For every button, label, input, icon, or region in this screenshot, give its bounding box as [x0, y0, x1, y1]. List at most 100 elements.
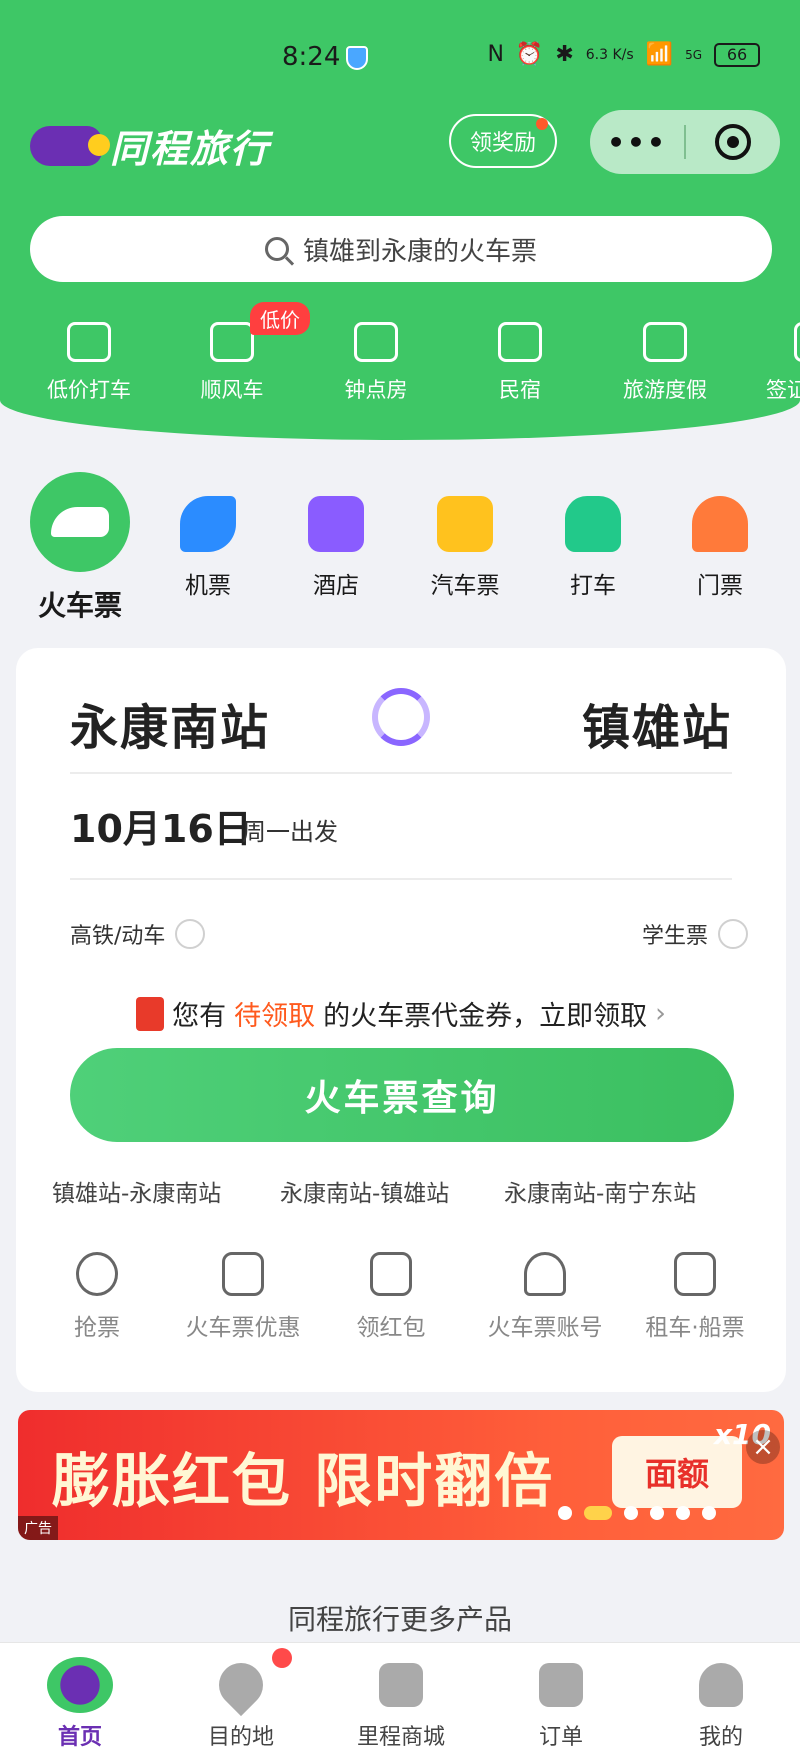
tool-account[interactable]: 火车票账号	[470, 1252, 620, 1342]
tool-grab-ticket[interactable]: 抢票	[22, 1252, 172, 1342]
tab-profile[interactable]: 我的	[651, 1657, 791, 1751]
carousel-dot-active[interactable]	[584, 1506, 612, 1520]
nfc-icon: N	[487, 42, 504, 67]
quick-item-hourly-room[interactable]: 钟点房	[311, 318, 441, 404]
bus-icon	[437, 496, 493, 552]
category-tickets[interactable]: 门票	[660, 470, 780, 600]
plane-icon	[180, 496, 236, 552]
quick-item-homestay[interactable]: 民宿	[455, 318, 585, 404]
home-mascot-icon	[47, 1657, 113, 1713]
location-pin-icon	[209, 1653, 273, 1717]
security-shield-icon	[346, 46, 368, 70]
to-station[interactable]: 镇雄站	[582, 688, 732, 758]
promo-banner[interactable]: 膨胀红包 限时翻倍 面额 x10 × 广告	[18, 1410, 784, 1540]
history-route[interactable]: 永康南站-镇雄站	[280, 1174, 449, 1208]
tool-label: 火车票优惠	[185, 1315, 301, 1341]
mountain-icon	[643, 322, 687, 362]
quick-item-label: 顺风车	[200, 378, 264, 402]
stopwatch-icon	[76, 1252, 118, 1296]
banner-close-button[interactable]: ×	[746, 1430, 780, 1464]
red-packet-icon	[370, 1252, 412, 1296]
history-route[interactable]: 镇雄站-永康南站	[52, 1174, 221, 1208]
tool-label: 领红包	[356, 1315, 426, 1341]
homestay-icon	[498, 322, 542, 362]
quick-item-cheap-taxi[interactable]: 低价打车	[24, 318, 154, 404]
account-icon	[524, 1252, 566, 1296]
history-route[interactable]: 永康南站-南宁东站	[504, 1174, 696, 1208]
category-label: 打车	[570, 573, 616, 599]
tool-red-packet[interactable]: 领红包	[316, 1252, 466, 1342]
swap-stations-icon[interactable]	[372, 688, 430, 746]
category-hotel[interactable]: 酒店	[276, 470, 396, 600]
train-search-button[interactable]: 火车票查询	[70, 1048, 734, 1142]
tab-mileage-mall[interactable]: 里程商城	[331, 1657, 471, 1751]
close-miniprogram-button[interactable]	[686, 124, 780, 160]
quick-item-vacation[interactable]: 旅游度假	[600, 318, 730, 404]
carousel-dot[interactable]	[676, 1506, 690, 1520]
tab-orders[interactable]: 订单	[491, 1657, 631, 1751]
divider	[70, 878, 732, 880]
alarm-icon: ⏰	[515, 42, 544, 67]
bluetooth-icon: ✱	[555, 42, 574, 67]
category-row: 机票 酒店 汽车票 打车 门票	[0, 470, 800, 610]
status-time: 8:24	[282, 42, 341, 72]
carousel-dot[interactable]	[650, 1506, 664, 1520]
low-price-badge: 低价	[250, 302, 310, 335]
carousel-dot[interactable]	[624, 1506, 638, 1520]
carpool-icon	[210, 322, 254, 362]
departure-weekday[interactable]: 周一出发	[242, 812, 338, 847]
profile-icon	[699, 1663, 743, 1707]
reward-notification-dot	[536, 118, 548, 130]
network-speed: 6.3 K/s	[585, 46, 634, 63]
category-flight[interactable]: 机票	[148, 470, 268, 600]
search-placeholder: 镇雄到永康的火车票	[302, 236, 537, 267]
quick-item-label: 低价打车	[47, 378, 131, 402]
tab-home[interactable]: 首页	[10, 1657, 150, 1751]
student-ticket-label: 学生票	[641, 924, 708, 949]
coupon-icon	[222, 1252, 264, 1296]
high-speed-radio[interactable]	[175, 919, 206, 949]
tool-label: 租车·船票	[645, 1315, 745, 1341]
tool-discount[interactable]: 火车票优惠	[168, 1252, 318, 1342]
student-ticket-option[interactable]: 学生票	[642, 918, 748, 950]
from-station[interactable]: 永康南站	[70, 688, 270, 758]
search-bar[interactable]: 镇雄到永康的火车票	[30, 216, 772, 282]
high-speed-label: 高铁/动车	[70, 924, 166, 949]
temple-icon	[692, 496, 748, 552]
coupon-prefix: 您有	[172, 1001, 227, 1032]
carousel-dot[interactable]	[702, 1506, 716, 1520]
quick-item-label: 民宿	[499, 378, 541, 402]
coupon-highlight: 待领取	[234, 1001, 316, 1032]
tool-label: 火车票账号	[487, 1315, 603, 1341]
whale-logo-icon	[30, 125, 110, 166]
signal-label: 5G	[685, 47, 702, 62]
quick-item-label: 旅游度假	[623, 378, 707, 402]
quick-item-visa[interactable]: 签证	[744, 318, 800, 404]
tab-label: 里程商城	[356, 1725, 445, 1750]
order-icon	[539, 1663, 583, 1707]
departure-date[interactable]: 10月16日	[70, 798, 252, 853]
quick-services: 低价打车 顺风车 钟点房 民宿 旅游度假 签证	[0, 318, 800, 408]
tab-label: 订单	[538, 1725, 583, 1750]
category-taxi[interactable]: 打车	[533, 470, 653, 600]
coupon-notice[interactable]: 您有 待领取 的火车票代金券，立即领取 ›	[16, 994, 786, 1033]
train-booking-card: 永康南站 镇雄站 10月16日 周一出发 高铁/动车 学生票 您有 待领取 的火车票…	[16, 648, 786, 1392]
carousel-dot[interactable]	[558, 1506, 572, 1520]
hourly-room-icon	[354, 322, 398, 362]
category-bus[interactable]: 汽车票	[405, 470, 525, 600]
search-icon	[264, 237, 289, 261]
tab-destination[interactable]: 目的地	[171, 1653, 311, 1751]
high-speed-option[interactable]: 高铁/动车	[70, 918, 206, 950]
target-icon	[715, 124, 751, 160]
bottom-tab-bar: 首页 目的地 里程商城 订单 我的	[0, 1642, 800, 1760]
tool-rental[interactable]: 租车·船票	[620, 1252, 770, 1342]
wifi-icon: 📶	[645, 42, 674, 67]
chevron-right-icon: ›	[655, 998, 666, 1029]
train-tools: 抢票 火车票优惠 领红包 火车票账号 租车·船票	[16, 1252, 786, 1362]
tab-label: 目的地	[207, 1725, 274, 1750]
category-label: 门票	[697, 573, 743, 599]
app-name: 同程旅行	[110, 127, 271, 171]
student-ticket-radio[interactable]	[718, 919, 748, 949]
more-menu-button[interactable]: •••	[590, 126, 684, 159]
banner-title: 膨胀红包 限时翻倍	[52, 1447, 555, 1515]
